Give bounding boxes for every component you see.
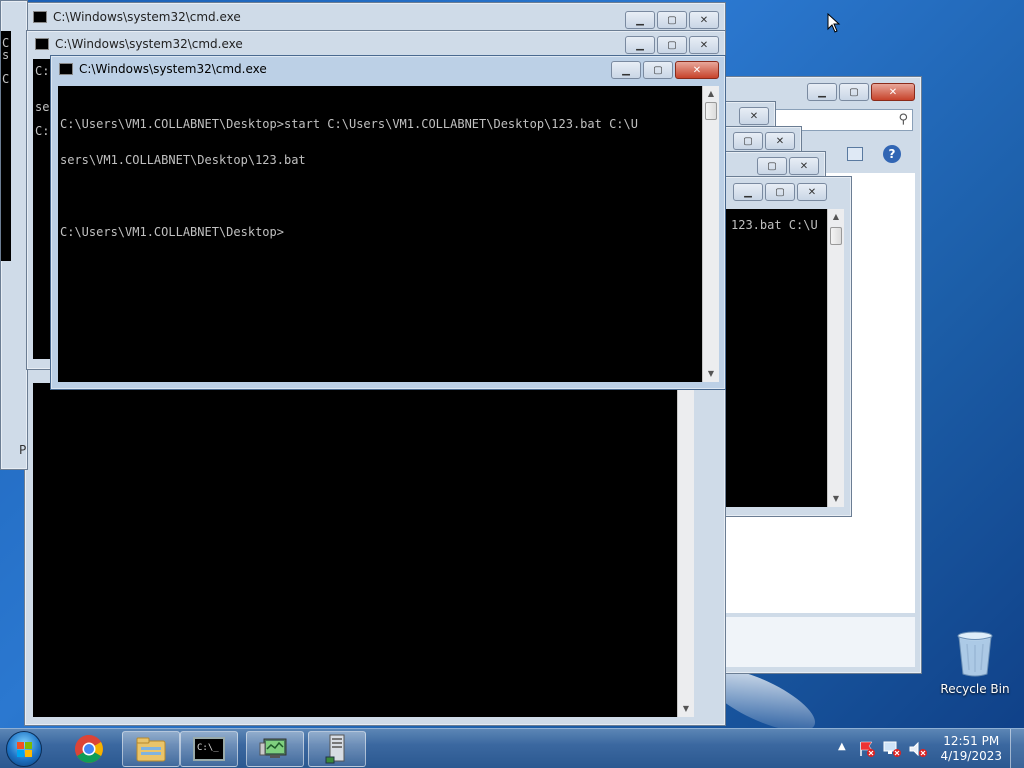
window-controls: ▁ ▢ ✕: [611, 61, 719, 79]
mouse-cursor-icon: [827, 13, 841, 33]
scroll-up-arrow[interactable]: ▲: [828, 209, 844, 225]
network-status-icon[interactable]: [882, 740, 902, 758]
explorer-window-controls: ▁ ▢ ✕: [807, 83, 915, 101]
console-output: C s C: [1, 31, 11, 261]
window-controls: ✕: [739, 107, 769, 125]
vertical-scrollbar[interactable]: ▲ ▼: [827, 209, 844, 507]
network-monitor-icon: [259, 738, 287, 758]
taskbar-server-button[interactable]: [308, 731, 366, 767]
start-button[interactable]: [6, 731, 42, 767]
console-line: C:: [35, 64, 50, 78]
cmd-icon: C:\_: [193, 737, 225, 761]
minimize-button[interactable]: ▁: [625, 36, 655, 54]
scroll-down-arrow[interactable]: ▼: [703, 366, 719, 382]
system-tray: ▲ 12:51 PM 4/19/2023: [834, 729, 1024, 768]
vertical-scrollbar[interactable]: ▲ ▼: [702, 86, 719, 382]
console-line: C:: [35, 124, 50, 138]
window-controls: ▁ ▢ ✕: [733, 183, 827, 201]
file-explorer-icon: [136, 737, 166, 762]
maximize-button[interactable]: ▢: [733, 132, 763, 150]
recycle-bin-shortcut[interactable]: Recycle Bin: [940, 630, 1010, 696]
cmd-icon: [59, 63, 73, 75]
vertical-scrollbar[interactable]: ▼: [677, 383, 694, 717]
maximize-button[interactable]: ▢: [657, 11, 687, 29]
close-button[interactable]: ✕: [675, 61, 719, 79]
taskbar-cmd-button[interactable]: C:\_: [180, 731, 238, 767]
minimize-button[interactable]: ▁: [733, 183, 763, 201]
window-controls: ▁ ▢ ✕: [625, 11, 719, 29]
console-line: C:\Users\VM1.COLLABNET\Desktop>start C:\…: [60, 117, 638, 131]
help-icon[interactable]: ?: [883, 145, 901, 163]
console-line: se: [35, 100, 50, 114]
console-output[interactable]: [33, 383, 677, 717]
close-button[interactable]: ✕: [739, 107, 769, 125]
clock-time: 12:51 PM: [943, 734, 1000, 748]
window-title: C:\Windows\system32\cmd.exe: [79, 62, 267, 76]
taskbar-chrome-button[interactable]: [60, 731, 118, 767]
cmd-window-far-left[interactable]: C s C P: [0, 0, 28, 470]
scroll-down-arrow[interactable]: ▼: [828, 491, 844, 507]
minimize-button[interactable]: ▁: [625, 11, 655, 29]
console-line: 123.bat C:\U: [731, 218, 818, 232]
title-bar[interactable]: C:\Windows\system32\cmd.exe: [27, 31, 725, 57]
maximize-button[interactable]: ▢: [643, 61, 673, 79]
window-controls: ▢ ✕: [757, 157, 819, 175]
minimize-button[interactable]: ▁: [807, 83, 837, 101]
search-icon: ⚲: [898, 112, 908, 127]
cmd-icon: [33, 11, 47, 23]
status-fragment: P: [19, 443, 27, 457]
title-bar[interactable]: C:\Windows\system32\cmd.exe: [25, 3, 725, 31]
close-button[interactable]: ✕: [689, 36, 719, 54]
window-title: C:\Windows\system32\cmd.exe: [53, 10, 241, 24]
close-button[interactable]: ✕: [797, 183, 827, 201]
scroll-down-arrow[interactable]: ▼: [678, 701, 694, 717]
close-button[interactable]: ✕: [765, 132, 795, 150]
console-prompt: C:\Users\VM1.COLLABNET\Desktop>: [60, 225, 284, 239]
explorer-details-pane: [703, 617, 915, 667]
recycle-bin-label: Recycle Bin: [940, 682, 1010, 696]
tray-expand-icon[interactable]: ▲: [838, 741, 846, 752]
window-controls: ▁ ▢ ✕: [625, 36, 719, 54]
cmd-icon: [35, 38, 49, 50]
maximize-button[interactable]: ▢: [765, 183, 795, 201]
minimize-button[interactable]: ▁: [611, 61, 641, 79]
taskbar-network-button[interactable]: [246, 731, 304, 767]
clock-date: 4/19/2023: [940, 749, 1002, 763]
maximize-button[interactable]: ▢: [757, 157, 787, 175]
scroll-thumb[interactable]: [705, 102, 717, 120]
volume-muted-icon[interactable]: [908, 740, 928, 758]
close-button[interactable]: ✕: [789, 157, 819, 175]
console-line: s: [2, 48, 10, 62]
close-button[interactable]: ✕: [689, 11, 719, 29]
system-clock[interactable]: 12:51 PM 4/19/2023: [940, 734, 1002, 764]
action-center-icon[interactable]: [858, 740, 876, 758]
show-desktop-button[interactable]: [1010, 729, 1024, 768]
scroll-up-arrow[interactable]: ▲: [703, 86, 719, 102]
server-icon: [325, 734, 345, 764]
maximize-button[interactable]: ▢: [657, 36, 687, 54]
scroll-thumb[interactable]: [830, 227, 842, 245]
taskbar-explorer-button[interactable]: [122, 731, 180, 767]
console-line: sers\VM1.COLLABNET\Desktop\123.bat: [60, 153, 306, 167]
taskbar: C:\_ ▲ 12:51 PM 4/19/2023: [0, 728, 1024, 768]
chrome-icon: [75, 735, 103, 763]
recycle-bin-icon: [957, 631, 993, 677]
preview-pane-icon[interactable]: [847, 147, 863, 161]
window-controls: ▢ ✕: [733, 132, 795, 150]
window-title: C:\Windows\system32\cmd.exe: [55, 37, 243, 51]
maximize-button[interactable]: ▢: [839, 83, 869, 101]
cmd-window-active[interactable]: C:\Windows\system32\cmd.exe ▁ ▢ ✕ C:\Use…: [50, 55, 726, 390]
windows-logo-icon: [17, 742, 33, 758]
close-button[interactable]: ✕: [871, 83, 915, 101]
console-line: C: [2, 72, 10, 86]
console-output[interactable]: C:\Users\VM1.COLLABNET\Desktop>start C:\…: [58, 86, 702, 382]
